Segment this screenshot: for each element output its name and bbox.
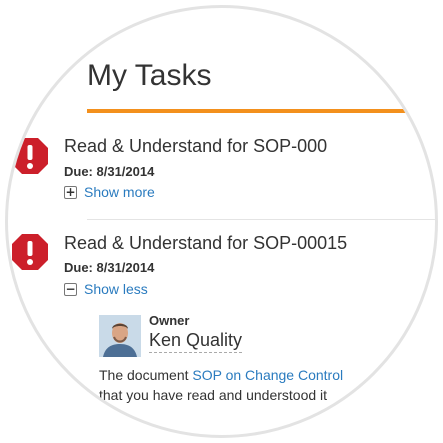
task-title[interactable]: Read & Understand for SOP-00015 xyxy=(64,233,347,254)
task-title[interactable]: Read & Understand for SOP-000 xyxy=(64,136,327,157)
show-more-toggle[interactable]: + Show more xyxy=(64,184,155,200)
page-title: My Tasks xyxy=(87,59,212,92)
alert-icon xyxy=(12,138,48,174)
description-line-2: that you have read and understood it xyxy=(99,387,328,403)
minus-box-icon: − xyxy=(64,281,77,296)
tasks-panel: My Tasks Read & Understand for SOP-000 D… xyxy=(8,8,435,435)
task-description: The document SOP on Change Control that … xyxy=(99,365,435,405)
avatar xyxy=(99,315,141,357)
owner-photo xyxy=(99,315,141,357)
task-divider xyxy=(87,219,435,220)
description-prefix: The document xyxy=(99,367,193,383)
owner-name[interactable]: Ken Quality xyxy=(149,330,243,353)
task-due-date: Due: 8/31/2014 xyxy=(64,260,155,275)
plus-box-icon: + xyxy=(64,184,77,199)
show-less-label: Show less xyxy=(84,281,148,297)
circular-frame: My Tasks Read & Understand for SOP-000 D… xyxy=(5,5,438,438)
show-less-toggle[interactable]: − Show less xyxy=(64,281,148,297)
show-more-label: Show more xyxy=(84,184,155,200)
title-underline xyxy=(87,109,435,113)
owner-label: Owner xyxy=(149,313,190,328)
document-link[interactable]: SOP on Change Control xyxy=(192,367,343,383)
alert-icon xyxy=(12,234,48,270)
task-due-date: Due: 8/31/2014 xyxy=(64,164,155,179)
